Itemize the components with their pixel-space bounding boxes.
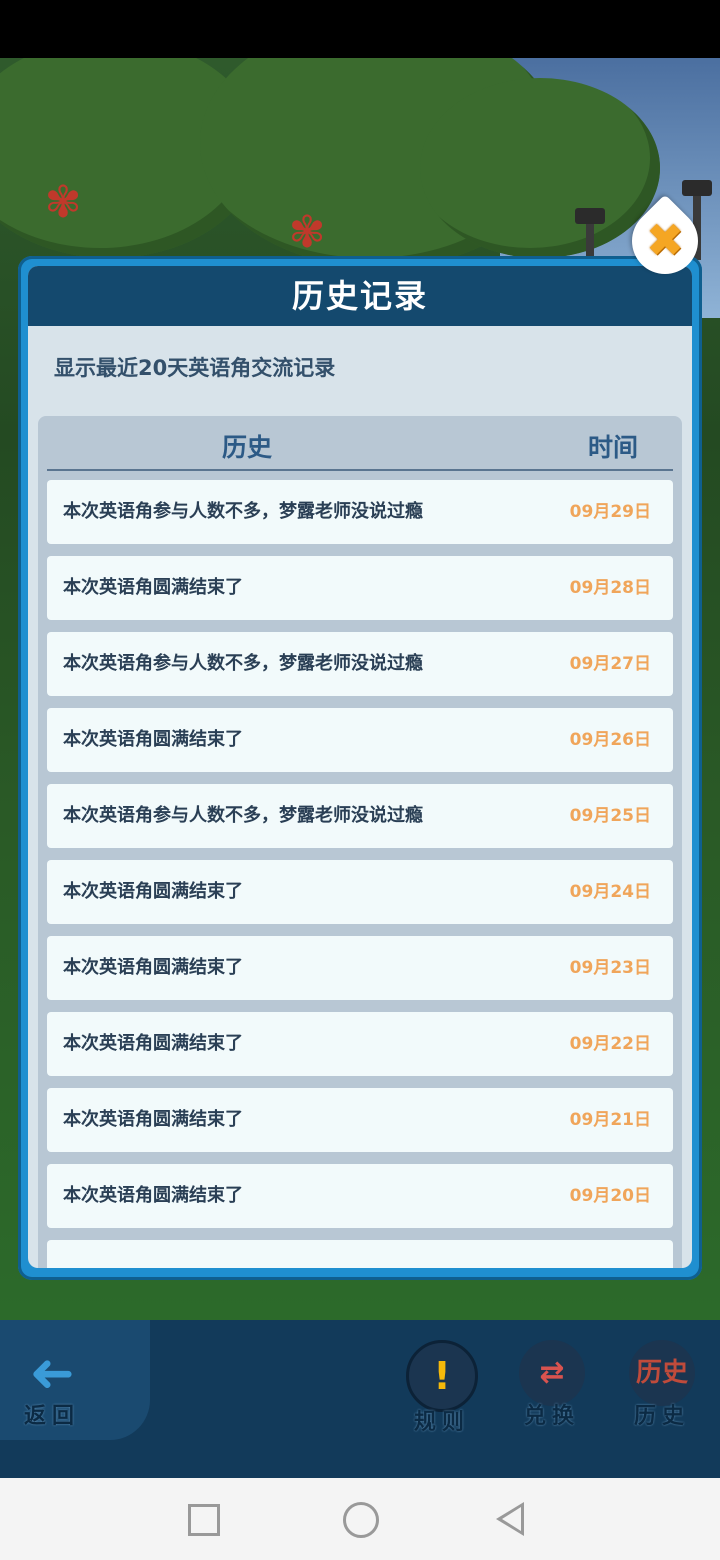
bottom-game-bar: ➜ 返回 ! 规则 ⇄ 兑换 历史 历史 [0, 1320, 720, 1478]
history-text: 本次英语角圆满结束了 [63, 1109, 243, 1130]
status-bar [0, 0, 720, 58]
list-item [47, 1240, 673, 1268]
history-text: 本次英语角圆满结束了 [63, 577, 243, 598]
history-date: 09月29日 [569, 502, 651, 522]
list-item: 本次英语角圆满结束了 09月23日 [47, 936, 673, 1000]
column-header-time: 时间 [588, 433, 639, 462]
back-arrow-icon: ➜ [29, 1341, 75, 1404]
history-text: 本次英语角圆满结束了 [63, 729, 243, 750]
history-text: 本次英语角参与人数不多，梦露老师没说过瘾 [63, 501, 423, 522]
history-date: 09月25日 [569, 806, 651, 826]
exclamation-icon: ! [406, 1340, 478, 1412]
history-date: 09月28日 [569, 578, 651, 598]
history-date: 09月22日 [569, 1034, 651, 1054]
history-text: 本次英语角圆满结束了 [63, 1033, 243, 1054]
column-header-history: 历史 [222, 433, 273, 462]
list-item: 本次英语角圆满结束了 09月22日 [47, 1012, 673, 1076]
modal-subtitle: 显示最近20天英语角交流记录 [54, 356, 336, 380]
header-divider [47, 469, 673, 471]
recent-apps-icon[interactable] [188, 1504, 220, 1536]
history-date: 09月20日 [569, 1186, 651, 1206]
modal-title: 历史记录 [28, 266, 692, 326]
history-book-icon: 历史 [629, 1340, 695, 1406]
list-item: 本次英语角圆满结束了 09月21日 [47, 1088, 673, 1152]
list-item: 本次英语角参与人数不多，梦露老师没说过瘾 09月25日 [47, 784, 673, 848]
exchange-button[interactable]: ⇄ 兑换 [512, 1340, 592, 1430]
history-modal: 历史记录 显示最近20天英语角交流记录 历史 时间 本次英语角参与人数不多，梦露… [18, 256, 702, 1280]
history-text: 本次英语角参与人数不多，梦露老师没说过瘾 [63, 805, 423, 826]
list-item: 本次英语角圆满结束了 09月24日 [47, 860, 673, 924]
history-date: 09月21日 [569, 1110, 651, 1130]
exchange-label: 兑换 [523, 1404, 580, 1429]
list-item: 本次英语角圆满结束了 09月28日 [47, 556, 673, 620]
home-icon[interactable] [343, 1502, 379, 1538]
list-item: 本次英语角参与人数不多，梦露老师没说过瘾 09月29日 [47, 480, 673, 544]
history-list[interactable]: 本次英语角参与人数不多，梦露老师没说过瘾 09月29日 本次英语角圆满结束了 09月… [47, 480, 673, 1268]
system-navigation-bar [0, 1478, 720, 1560]
history-text: 本次英语角圆满结束了 [63, 881, 243, 902]
history-table[interactable]: 历史 时间 本次英语角参与人数不多，梦露老师没说过瘾 09月29日 本次英语角圆满… [38, 416, 682, 1268]
history-date: 09月24日 [569, 882, 651, 902]
back-triangle-icon[interactable] [496, 1502, 524, 1536]
history-text: 本次英语角圆满结束了 [63, 1185, 243, 1206]
list-item: 本次英语角圆满结束了 09月26日 [47, 708, 673, 772]
back-button[interactable]: ➜ 返回 [12, 1340, 92, 1430]
history-text: 本次英语角参与人数不多，梦露老师没说过瘾 [63, 653, 423, 674]
chinese-knot-icon: ✾ [44, 177, 82, 228]
history-date: 09月27日 [569, 654, 651, 674]
close-x-icon[interactable]: ✖ [632, 208, 698, 274]
list-item: 本次英语角圆满结束了 09月20日 [47, 1164, 673, 1228]
history-label: 历史 [633, 1404, 690, 1429]
history-date: 09月23日 [569, 958, 651, 978]
history-text: 本次英语角圆满结束了 [63, 957, 243, 978]
history-date: 09月26日 [569, 730, 651, 750]
list-item: 本次英语角参与人数不多，梦露老师没说过瘾 09月27日 [47, 632, 673, 696]
history-button[interactable]: 历史 历史 [622, 1340, 702, 1430]
exchange-icon: ⇄ [519, 1340, 585, 1406]
rules-button[interactable]: ! 规则 [402, 1340, 482, 1436]
modal-body: 历史记录 显示最近20天英语角交流记录 历史 时间 本次英语角参与人数不多，梦露… [28, 266, 692, 1268]
tree-canopy [420, 78, 660, 258]
rules-label: 规则 [413, 1410, 470, 1435]
